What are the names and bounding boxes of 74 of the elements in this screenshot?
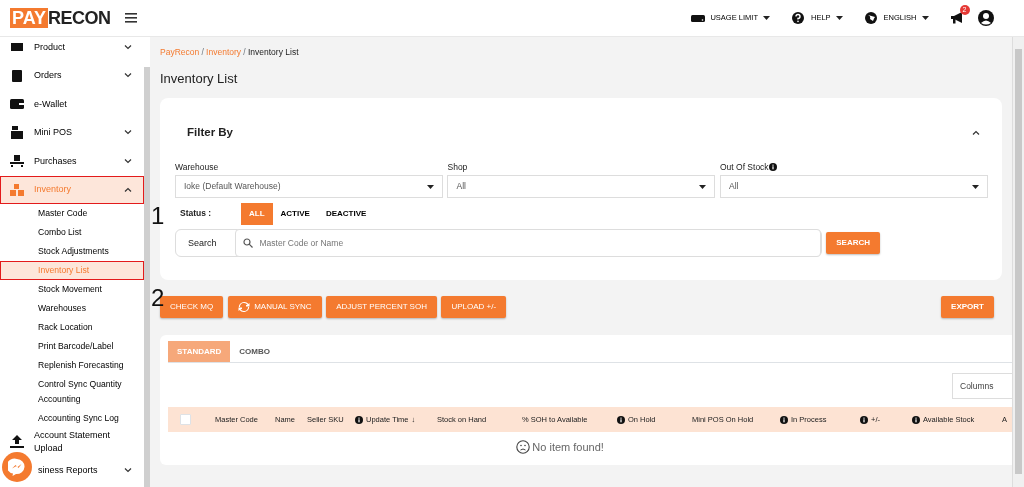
field-label: Out Of Stock <box>719 160 769 174</box>
submenu-item[interactable]: Stock Movement <box>0 280 144 299</box>
dropdown-arrow-icon <box>835 16 843 20</box>
info-icon <box>355 415 363 424</box>
chevron-down-icon <box>124 158 132 164</box>
scrollbar-thumb[interactable] <box>144 67 150 487</box>
clipboard-icon <box>10 68 24 83</box>
tab[interactable]: COMBO <box>230 341 279 363</box>
chevron-down-icon <box>124 468 132 474</box>
status-label: Status : <box>179 207 213 221</box>
storage-icon <box>691 12 706 24</box>
wallet-icon <box>10 97 24 112</box>
info-icon <box>860 415 868 424</box>
submenu-item[interactable]: Master Code <box>0 204 144 223</box>
submenu-item[interactable]: Print Barcode/Label <box>0 337 144 356</box>
sad-face-icon <box>516 440 531 455</box>
breadcrumb-current: Inventory List <box>247 47 299 57</box>
chevron-up-icon[interactable] <box>972 130 980 136</box>
filter-title: Filter By <box>186 125 234 141</box>
search-field[interactable]: Master Code or Name <box>234 229 821 258</box>
submenu-item[interactable]: Accounting Sync Log <box>0 409 144 428</box>
boxes-icon <box>10 182 24 197</box>
chevron-down-icon <box>124 73 132 79</box>
info-icon <box>780 415 788 424</box>
submenu-item[interactable]: Replenish Forecasting <box>0 356 144 375</box>
status-toggle[interactable]: ACTIVE <box>272 202 318 225</box>
info-icon <box>912 415 920 424</box>
select-all-checkbox[interactable] <box>180 414 191 426</box>
chevron-down-icon <box>124 44 132 50</box>
search-label: Search <box>188 236 217 250</box>
megaphone-icon[interactable] <box>950 11 965 24</box>
sidebar-item[interactable]: Product <box>0 37 144 62</box>
breadcrumb-separator: / <box>201 47 204 57</box>
dropdown-arrow-icon <box>971 184 979 189</box>
empty-message: No item found! <box>532 440 604 455</box>
sidebar-item[interactable]: Account Statement Upload <box>0 428 144 457</box>
submenu-item[interactable]: Warehouses <box>0 299 144 318</box>
page-title: Inventory List <box>160 69 239 88</box>
sync-icon <box>237 301 250 314</box>
submenu-item[interactable]: Rack Location <box>0 318 144 337</box>
submenu-item[interactable]: Combo List <box>0 223 144 242</box>
search-icon <box>242 238 253 249</box>
dropdown-arrow-icon <box>762 16 770 20</box>
info-icon <box>617 415 625 424</box>
pallet-icon <box>10 154 24 169</box>
select-field[interactable]: All <box>447 175 716 199</box>
dropdown-arrow-icon <box>427 184 434 189</box>
sidebar-item[interactable]: Mini POS <box>0 118 144 147</box>
select-field[interactable]: Ioke (Default Warehouse) <box>175 175 443 199</box>
status-toggle[interactable]: DEACTIVE <box>317 202 375 225</box>
sidebar-item[interactable]: Orders <box>0 61 144 90</box>
menu-icon[interactable] <box>124 13 137 23</box>
sidebar-item[interactable]: e-Wallet <box>0 90 144 119</box>
info-icon <box>768 162 777 171</box>
breadcrumb-separator: / <box>243 47 246 57</box>
submenu-item[interactable]: Control Sync Quantity Accounting <box>0 375 144 409</box>
globe-icon <box>864 12 879 24</box>
scrollbar-thumb[interactable] <box>1015 49 1022 474</box>
field-label: Warehouse <box>175 160 219 174</box>
chat-bubble-icon <box>8 458 26 476</box>
user-avatar-icon[interactable] <box>978 10 994 26</box>
dropdown-arrow-icon <box>921 16 929 20</box>
chevron-down-icon <box>124 130 132 136</box>
chevron-up-icon <box>124 187 132 193</box>
dropdown-arrow-icon <box>699 184 707 189</box>
help-icon <box>791 12 806 24</box>
cash-register-icon <box>10 125 24 140</box>
upload-icon <box>10 435 24 450</box>
annotation-number: 1 <box>150 202 166 231</box>
submenu-item[interactable]: Stock Adjustments <box>0 242 144 261</box>
select-field[interactable]: All <box>719 175 988 199</box>
logo: PAYRECON <box>10 8 111 28</box>
sidebar-item[interactable]: Purchases <box>0 147 144 176</box>
field-label: Shop <box>447 160 468 174</box>
